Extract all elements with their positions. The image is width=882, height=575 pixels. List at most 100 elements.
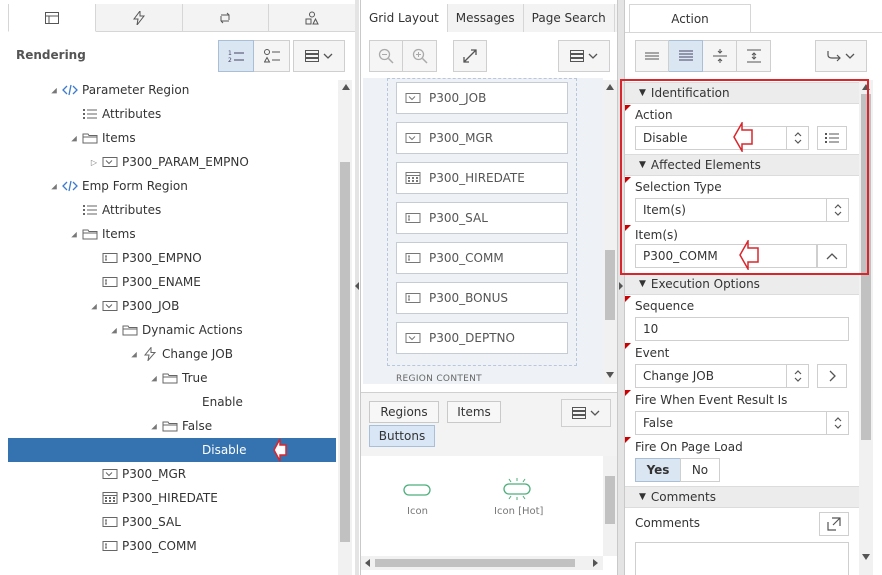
show-all-button[interactable]: [669, 40, 703, 72]
tab-dynamic-actions[interactable]: [95, 4, 183, 32]
component-view-button[interactable]: [254, 40, 290, 72]
tab-page-search[interactable]: Page Search: [523, 4, 615, 32]
text-field-icon: [102, 277, 118, 287]
tree-node[interactable]: ◢ Emp Form Region: [8, 174, 336, 198]
tree-node[interactable]: ◢ True: [8, 366, 336, 390]
tree-scroll-thumb[interactable]: [340, 162, 350, 542]
tree-node[interactable]: P300_SAL: [8, 510, 336, 534]
scroll-left-arrow[interactable]: [365, 559, 370, 567]
fire-on-load-no[interactable]: No: [680, 458, 720, 482]
event-select[interactable]: Change JOB: [635, 364, 809, 388]
sequence-input[interactable]: 10: [635, 317, 849, 341]
tree-node[interactable]: Attributes: [8, 198, 336, 222]
toggle-spacer: [88, 510, 100, 534]
fire-on-load-yes[interactable]: Yes: [635, 458, 681, 482]
layout-scroll-thumb[interactable]: [605, 250, 615, 320]
collapse-toggle-icon[interactable]: ◢: [129, 343, 140, 365]
expand-button[interactable]: [453, 40, 487, 72]
tree-node[interactable]: Attributes: [8, 102, 336, 126]
toggle-spacer: [68, 102, 80, 126]
grid-layout-canvas: REGION CONTENT P300_JOB P300_MGR P300_HIRE…: [363, 78, 603, 384]
scroll-down-arrow[interactable]: [862, 554, 870, 560]
go-to-group-button[interactable]: [815, 40, 867, 72]
tab-processing[interactable]: [182, 4, 270, 32]
gallery-scroll-thumb[interactable]: [605, 476, 615, 524]
layout-menu-button[interactable]: [558, 40, 610, 72]
expand-toggle-icon[interactable]: ▷: [88, 150, 100, 174]
layout-item-label: P300_SAL: [429, 211, 488, 225]
left-panel-menu-button[interactable]: [293, 40, 345, 72]
zoom-in-button[interactable]: [403, 40, 437, 72]
gallery-tab-regions[interactable]: Regions: [369, 401, 439, 423]
tree-node[interactable]: ◢ Dynamic Actions: [8, 318, 336, 342]
tab-rendering-tree[interactable]: [8, 4, 96, 32]
scroll-up-arrow[interactable]: [606, 84, 614, 90]
tree-node[interactable]: ◢ Parameter Region: [8, 78, 336, 102]
gallery-menu-button[interactable]: [561, 399, 611, 427]
gallery-item-icon-hot[interactable]: [503, 478, 531, 500]
gallery-hscroll-thumb[interactable]: [375, 559, 575, 567]
comments-expand-button[interactable]: [819, 512, 849, 536]
show-common-button[interactable]: [635, 40, 669, 72]
event-goto-button[interactable]: [817, 364, 847, 388]
gallery-item-icon[interactable]: [403, 484, 431, 496]
collapse-toggle-icon[interactable]: ◢: [49, 175, 60, 197]
folder-icon: [82, 130, 98, 146]
layout-item-card[interactable]: P300_BONUS: [396, 282, 568, 314]
tab-grid-layout[interactable]: Grid Layout: [361, 4, 448, 32]
zoom-out-button[interactable]: [369, 40, 403, 72]
tab-action[interactable]: Action: [629, 4, 751, 32]
layout-item-card[interactable]: P300_DEPTNO: [396, 322, 568, 354]
tree-node[interactable]: P300_COMM: [8, 534, 336, 558]
tree-node[interactable]: ◢ False: [8, 414, 336, 438]
collapse-toggle-icon[interactable]: ◢: [149, 415, 160, 437]
collapse-all-button[interactable]: [703, 40, 737, 72]
layout-item-card[interactable]: P300_COMM: [396, 242, 568, 274]
collapse-right-arrow[interactable]: [619, 282, 623, 290]
scroll-down-arrow[interactable]: [606, 372, 614, 378]
comments-label: Comments: [635, 516, 701, 530]
layout-scrollbar[interactable]: [603, 80, 617, 384]
tree-node[interactable]: P300_EMPNO: [8, 246, 336, 270]
tree-node[interactable]: P300_MGR: [8, 462, 336, 486]
collapse-toggle-icon[interactable]: ◢: [89, 295, 100, 317]
collapse-toggle-icon[interactable]: ◢: [69, 127, 80, 149]
collapse-toggle-icon[interactable]: ◢: [109, 319, 120, 341]
ordered-list-view-button[interactable]: 12: [218, 40, 254, 72]
tree-node[interactable]: P300_ENAME: [8, 270, 336, 294]
left-splitter[interactable]: [355, 0, 359, 575]
scroll-right-arrow[interactable]: [593, 559, 598, 567]
layout-item-card[interactable]: P300_MGR: [396, 122, 568, 154]
comments-textarea[interactable]: [635, 542, 849, 575]
collapse-toggle-icon[interactable]: ◢: [149, 367, 160, 389]
collapse-left-arrow[interactable]: [355, 282, 359, 290]
layout-item-card[interactable]: P300_SAL: [396, 202, 568, 234]
tab-messages[interactable]: Messages: [447, 4, 524, 32]
layout-item-card[interactable]: P300_JOB: [396, 82, 568, 114]
scroll-up-arrow[interactable]: [342, 84, 350, 90]
select-list-icon: [405, 333, 421, 343]
fire-when-select[interactable]: False: [635, 411, 849, 435]
tree-node[interactable]: ◢ Change JOB: [8, 342, 336, 366]
tree-node[interactable]: ◢ Items: [8, 126, 336, 150]
tree-node[interactable]: ▷ P300_PARAM_EMPNO: [8, 150, 336, 174]
gallery-tab-items[interactable]: Items: [447, 401, 501, 423]
tree-node[interactable]: Disable: [8, 438, 336, 462]
gallery-tab-buttons[interactable]: Buttons: [369, 425, 435, 447]
group-comments[interactable]: ▼ Comments: [625, 486, 859, 508]
tree-node[interactable]: Enable: [8, 390, 336, 414]
tab-shared-components[interactable]: [269, 4, 355, 32]
tree-node-label: P300_HIREDATE: [122, 491, 218, 505]
tree-node[interactable]: ◢ Items: [8, 222, 336, 246]
group-execution-options[interactable]: ▼ Execution Options: [625, 273, 859, 295]
gallery-hscrollbar[interactable]: [361, 556, 603, 570]
tree-scrollbar[interactable]: [338, 80, 352, 575]
tree-node[interactable]: ◢ P300_JOB: [8, 294, 336, 318]
expand-all-button[interactable]: [737, 40, 771, 72]
collapse-toggle-icon[interactable]: ◢: [49, 79, 60, 101]
text-field-icon: [102, 514, 118, 530]
collapse-toggle-icon[interactable]: ◢: [69, 223, 80, 245]
layout-item-card[interactable]: P300_HIREDATE: [396, 162, 568, 194]
tree-node[interactable]: P300_HIREDATE: [8, 486, 336, 510]
gallery-scrollbar[interactable]: [603, 456, 617, 556]
